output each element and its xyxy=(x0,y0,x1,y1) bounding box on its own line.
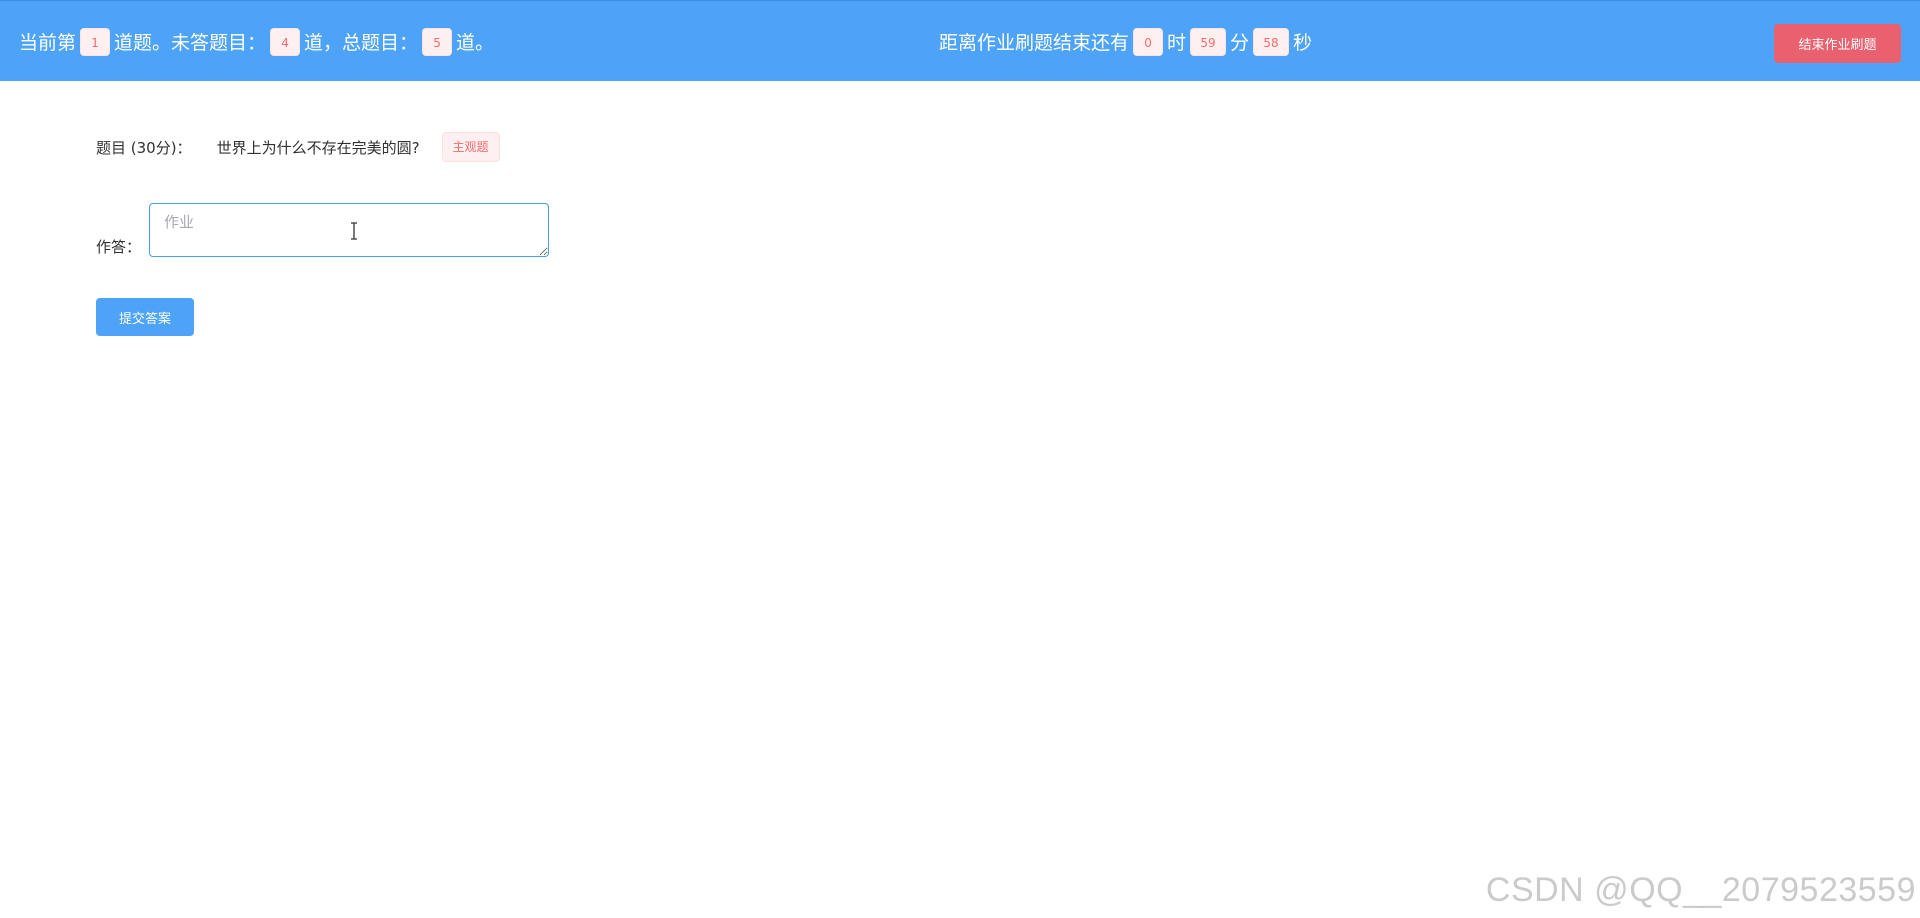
question-text: 世界上为什么不存在完美的圆? xyxy=(216,138,420,157)
timer-hours-unit: 时 xyxy=(1167,32,1187,54)
timer-minutes-badge: 59 xyxy=(1190,27,1227,56)
status-mid-1: 道题。未答题目： xyxy=(114,32,267,54)
unanswered-count-badge: 4 xyxy=(270,27,301,56)
top-bar: 当前第 1 道题。未答题目： 4 道，总题目： 5 道。 距离作业刷题结束还有 … xyxy=(0,0,1920,81)
status-mid-2: 道，总题目： xyxy=(304,32,419,54)
total-count-badge: 5 xyxy=(422,27,453,56)
current-question-badge: 1 xyxy=(80,27,111,56)
watermark: CSDN @QQ__2079523559 xyxy=(1485,871,1916,909)
question-row: 题目 (30分)： 世界上为什么不存在完美的圆? 主观题 xyxy=(96,131,500,163)
countdown-timer: 距离作业刷题结束还有 0 时 59 分 58 秒 xyxy=(939,1,1312,82)
status-suffix: 道。 xyxy=(456,32,495,54)
question-label: 题目 (30分)： xyxy=(96,138,192,157)
question-type-tag: 主观题 xyxy=(441,132,500,162)
text-cursor-icon xyxy=(351,222,357,240)
timer-hours-badge: 0 xyxy=(1133,27,1164,56)
submit-answer-button[interactable]: 提交答案 xyxy=(96,298,194,336)
timer-seconds-badge: 58 xyxy=(1253,27,1290,56)
status-prefix: 当前第 xyxy=(19,32,77,54)
timer-minutes-unit: 分 xyxy=(1230,32,1250,54)
end-homework-button[interactable]: 结束作业刷题 xyxy=(1774,24,1901,63)
answer-label: 作答： xyxy=(96,238,142,256)
timer-seconds-unit: 秒 xyxy=(1293,32,1313,54)
progress-status: 当前第 1 道题。未答题目： 4 道，总题目： 5 道。 xyxy=(19,1,494,82)
timer-prefix: 距离作业刷题结束还有 xyxy=(939,32,1130,54)
